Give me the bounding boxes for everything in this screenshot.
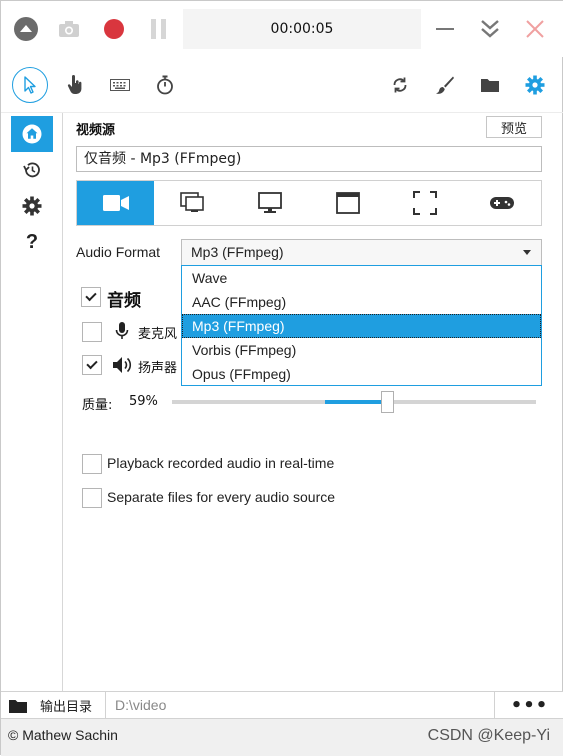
output-folder-label: 输出目录 <box>40 700 93 715</box>
check-icon <box>86 357 98 370</box>
check-icon <box>85 289 97 302</box>
home-icon <box>22 124 42 144</box>
elapsed-timer: 00:00:05 <box>183 9 421 49</box>
quality-value: 59% <box>129 394 158 409</box>
chevron-down-icon <box>523 250 531 255</box>
nav-home[interactable] <box>11 116 53 152</box>
audio-label: 音频 <box>107 291 141 311</box>
video-source-field[interactable]: 仅音频 - Mp3 (FFmpeg) <box>76 146 542 172</box>
source-region-button[interactable] <box>386 181 463 225</box>
side-nav: ? <box>1 113 63 691</box>
status-footer: © Mathew Sachin CSDN @Keep-Yi <box>1 719 563 756</box>
audio-format-option[interactable]: AAC (FFmpeg) <box>182 290 541 314</box>
speaker-label: 扬声器 <box>138 361 178 376</box>
timer-tool-button[interactable] <box>147 67 183 103</box>
brush-icon <box>436 76 454 94</box>
hand-icon <box>67 75 82 95</box>
cursor-icon <box>24 76 36 94</box>
region-icon <box>412 191 437 215</box>
toolbar <box>1 57 563 113</box>
separate-files-checkbox[interactable] <box>82 488 102 508</box>
double-chevron-down-icon <box>481 20 499 38</box>
source-app-window-button[interactable] <box>309 181 386 225</box>
camera-icon <box>59 21 79 37</box>
record-button[interactable] <box>98 13 130 45</box>
audio-format-option[interactable]: Vorbis (FFmpeg) <box>182 338 541 362</box>
audio-format-dropdown: Wave AAC (FFmpeg) Mp3 (FFmpeg) Vorbis (F… <box>181 265 542 386</box>
playback-checkbox[interactable] <box>82 454 102 474</box>
folder-icon <box>481 79 499 92</box>
window-icon <box>335 192 360 214</box>
nav-help[interactable]: ? <box>11 224 53 260</box>
source-webcam-button[interactable] <box>77 181 155 225</box>
draw-button[interactable] <box>427 67 463 103</box>
keyboard-icon <box>110 79 130 91</box>
refresh-button[interactable] <box>382 67 418 103</box>
audio-format-option[interactable]: Wave <box>182 266 541 290</box>
microphone-label: 麦克风 <box>138 327 178 342</box>
app-window: 00:00:05 ? 视频源 预览 仅音频 - Mp3 (FFmpeg) Aud… <box>0 0 563 756</box>
screenshot-button[interactable] <box>53 13 85 45</box>
gear-icon <box>22 196 42 216</box>
close-button[interactable] <box>519 13 551 45</box>
audio-checkbox[interactable] <box>81 287 101 307</box>
collapse-button[interactable] <box>10 13 42 45</box>
source-screen-button[interactable] <box>232 181 309 225</box>
close-icon <box>526 20 544 38</box>
click-tool-button[interactable] <box>57 67 93 103</box>
audio-format-select[interactable]: Mp3 (FFmpeg) <box>181 239 542 266</box>
audio-format-option[interactable]: Opus (FFmpeg) <box>182 362 541 386</box>
audio-format-selected: Mp3 (FFmpeg) <box>191 244 284 260</box>
preview-button[interactable]: 预览 <box>486 116 542 138</box>
quality-slider-fill <box>325 400 387 404</box>
record-icon <box>104 19 124 39</box>
source-game-button[interactable] <box>464 181 541 225</box>
minimize-icon <box>436 28 454 30</box>
gamepad-icon <box>490 197 515 209</box>
monitor-icon <box>258 192 283 213</box>
more-options-button[interactable]: ••• <box>495 692 563 719</box>
output-bar: 输出目录 D:\video ••• <box>1 691 563 719</box>
microphone-icon <box>115 322 129 339</box>
quality-slider[interactable] <box>172 400 536 404</box>
separate-files-label: Separate files for every audio source <box>107 489 336 505</box>
windows-icon <box>180 192 204 212</box>
nav-settings[interactable] <box>11 188 53 224</box>
nav-recent[interactable] <box>11 152 53 188</box>
audio-format-option-selected[interactable]: Mp3 (FFmpeg) <box>182 314 541 338</box>
gear-icon <box>525 75 545 95</box>
keystrokes-tool-button[interactable] <box>102 67 138 103</box>
source-window-button[interactable] <box>154 181 231 225</box>
microphone-checkbox[interactable] <box>82 322 102 342</box>
output-path-field[interactable]: D:\video <box>107 692 495 719</box>
collapse-down-button[interactable] <box>474 13 506 45</box>
video-source-title: 视频源 <box>76 123 116 138</box>
author-credit: © Mathew Sachin <box>8 727 118 743</box>
quality-slider-thumb[interactable] <box>381 391 394 413</box>
quality-label: 质量: <box>82 398 113 413</box>
collapse-up-icon <box>14 17 38 41</box>
cursor-tool-button[interactable] <box>12 67 48 103</box>
title-bar: 00:00:05 <box>1 1 563 57</box>
stopwatch-icon <box>157 75 173 95</box>
camera-icon <box>102 195 129 211</box>
help-icon: ? <box>25 230 39 253</box>
folder-icon <box>9 699 27 713</box>
speaker-checkbox[interactable] <box>82 355 102 375</box>
pause-button[interactable] <box>143 13 175 45</box>
pause-icon <box>151 19 166 39</box>
video-source-selector <box>76 180 542 226</box>
refresh-icon <box>393 77 407 93</box>
output-folder-button[interactable]: 输出目录 <box>1 692 106 719</box>
playback-label: Playback recorded audio in real-time <box>107 455 335 471</box>
minimize-button[interactable] <box>429 13 461 45</box>
watermark: CSDN @Keep-Yi <box>427 727 550 744</box>
open-output-folder-button[interactable] <box>472 67 508 103</box>
settings-button[interactable] <box>517 67 553 103</box>
speaker-icon <box>113 357 132 373</box>
audio-format-label: Audio Format <box>76 244 161 260</box>
history-icon <box>23 162 40 178</box>
